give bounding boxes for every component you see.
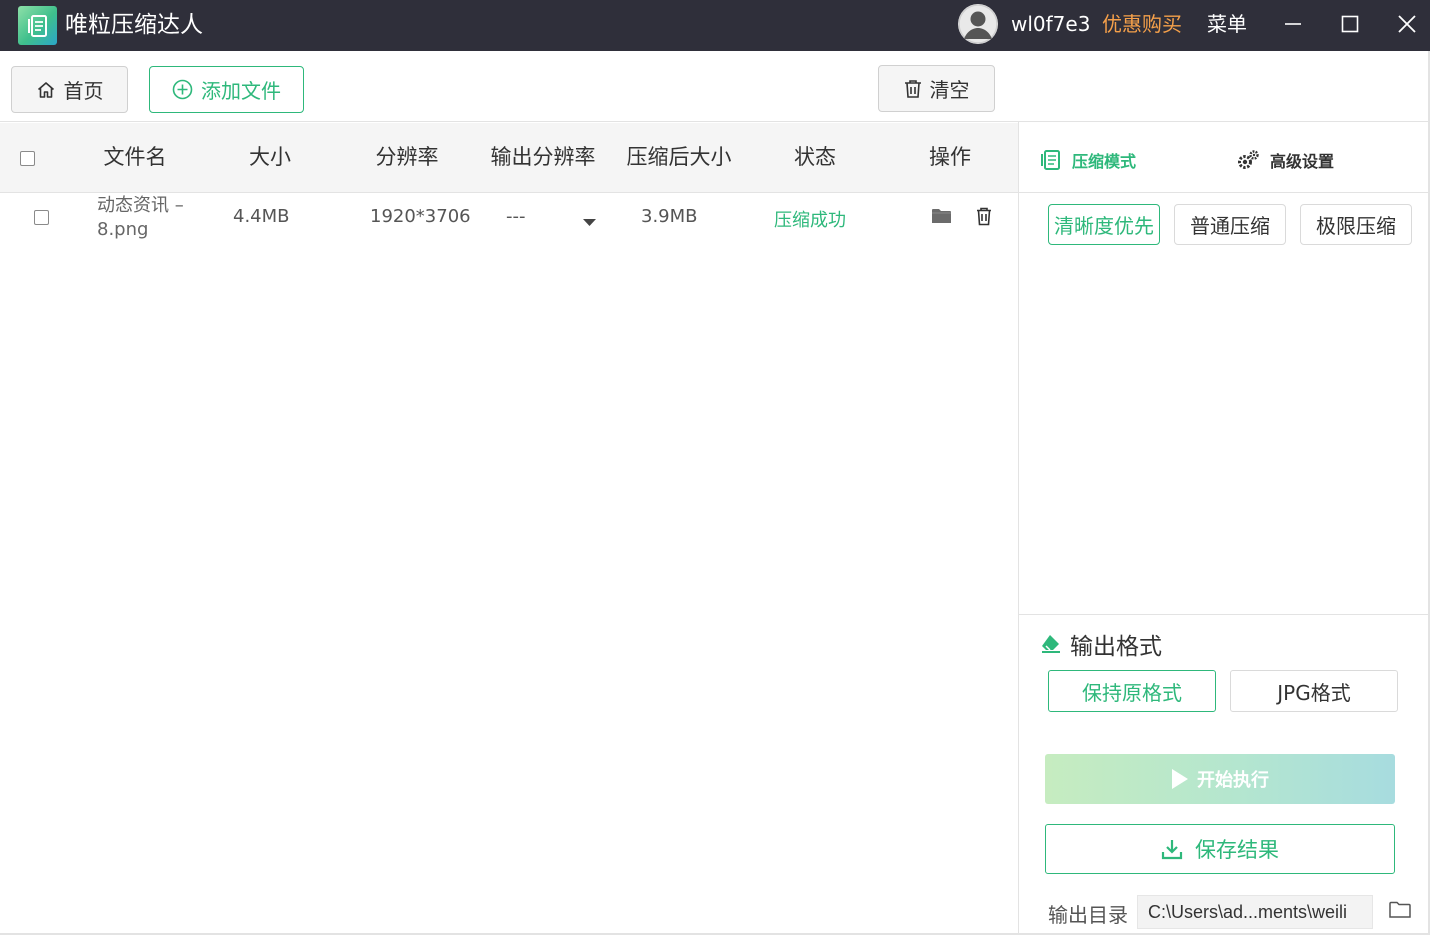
toolbar-divider-right [1019, 121, 1429, 122]
row-filename-line2: 8.png [97, 219, 149, 240]
tab-compression-mode[interactable]: 压缩模式 [1040, 145, 1136, 175]
row-compressed-size: 3.9MB [641, 206, 698, 227]
row-size: 4.4MB [233, 206, 290, 227]
tab-divider [1019, 192, 1429, 193]
toolbar-divider [0, 121, 1019, 122]
header-resolution: 分辨率 [375, 145, 439, 169]
dropdown-caret-icon[interactable] [583, 212, 596, 231]
row-resolution: 1920*3706 [370, 206, 471, 227]
row-filename-line1: 动态资讯 – [97, 195, 184, 216]
output-format-heading: 输出格式 [1040, 628, 1162, 660]
app-logo-icon [18, 6, 57, 45]
format-keep-original-button[interactable]: 保持原格式 [1048, 670, 1216, 712]
header-size: 大小 [249, 145, 291, 169]
save-result-button[interactable]: 保存结果 [1045, 824, 1395, 874]
header-actions: 操作 [929, 145, 971, 169]
trash-icon [904, 79, 922, 99]
promo-link[interactable]: 优惠购买 [1102, 9, 1182, 39]
title-bar: 唯粒压缩达人 wl0f7e3 优惠购买 菜单 [0, 0, 1430, 51]
row-filename: 动态资讯 – 8.png [97, 194, 197, 242]
home-icon [36, 80, 56, 100]
tab-advanced-settings[interactable]: 高级设置 [1236, 145, 1334, 175]
output-dir-field[interactable]: C:\Users\ad...ments\weili [1137, 895, 1373, 929]
compress-mode-icon [1040, 150, 1062, 170]
username: wl0f7e3 [1011, 12, 1091, 36]
clear-label: 清空 [929, 78, 970, 102]
save-label: 保存结果 [1195, 838, 1279, 862]
header-filename: 文件名 [103, 145, 167, 169]
header-output-resolution: 输出分辨率 [490, 145, 596, 169]
close-button[interactable] [1390, 8, 1424, 40]
row-checkbox[interactable] [34, 210, 49, 225]
header-divider [0, 192, 1019, 193]
output-dir-label: 输出目录 [1048, 903, 1128, 927]
panel-divider [1018, 122, 1019, 935]
start-label: 开始执行 [1197, 770, 1269, 791]
maximize-icon [1341, 15, 1359, 33]
header-status: 状态 [794, 145, 836, 169]
minimize-icon [1285, 23, 1301, 25]
gears-icon [1236, 149, 1260, 171]
row-output-resolution[interactable]: --- [506, 206, 526, 227]
tab-compression-mode-label: 压缩模式 [1072, 152, 1137, 171]
app-title: 唯粒压缩达人 [65, 12, 203, 38]
start-button[interactable]: 开始执行 [1045, 754, 1395, 804]
close-icon [1398, 15, 1416, 33]
minimize-button[interactable] [1276, 8, 1310, 40]
mode-clarity-first-button[interactable]: 清晰度优先 [1048, 204, 1160, 245]
output-format-title: 输出格式 [1070, 634, 1162, 660]
download-icon [1161, 838, 1183, 860]
avatar[interactable] [958, 4, 998, 44]
clear-button[interactable]: 清空 [878, 65, 995, 112]
add-file-label: 添加文件 [201, 79, 281, 103]
select-all-checkbox[interactable] [20, 151, 35, 166]
mode-normal-button[interactable]: 普通压缩 [1174, 204, 1286, 245]
plus-circle-icon [172, 79, 193, 100]
add-file-button[interactable]: 添加文件 [149, 66, 304, 113]
tab-advanced-settings-label: 高级设置 [1270, 152, 1335, 171]
browse-folder-icon[interactable] [1389, 901, 1411, 923]
home-label: 首页 [63, 79, 104, 103]
home-button[interactable]: 首页 [11, 66, 128, 113]
menu-button[interactable]: 菜单 [1207, 9, 1247, 39]
folder-icon[interactable] [932, 208, 951, 228]
play-icon [1171, 768, 1189, 790]
format-divider [1019, 614, 1429, 615]
delete-icon[interactable] [976, 207, 992, 230]
mode-extreme-button[interactable]: 极限压缩 [1300, 204, 1412, 245]
header-compressed-size: 压缩后大小 [626, 145, 732, 169]
format-jpg-button[interactable]: JPG格式 [1230, 670, 1398, 712]
row-status: 压缩成功 [774, 210, 846, 231]
eraser-icon [1040, 634, 1062, 654]
table-header: 文件名 大小 分辨率 输出分辨率 压缩后大小 状态 操作 [0, 123, 1018, 192]
maximize-button[interactable] [1333, 8, 1367, 40]
